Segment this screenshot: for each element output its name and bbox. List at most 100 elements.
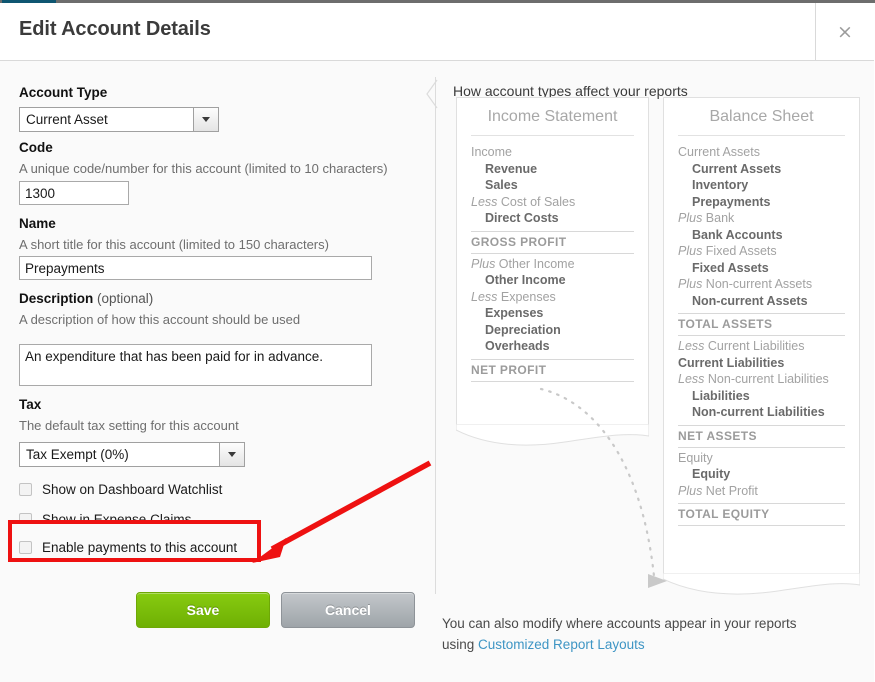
report-group-row: Plus Fixed Assets bbox=[678, 243, 845, 260]
report-account-row: Fixed Assets bbox=[692, 260, 769, 275]
report-total-row: TOTAL ASSETS bbox=[678, 313, 845, 336]
report-account-row: Current Liabilities bbox=[678, 355, 785, 370]
report-account-row: Inventory bbox=[692, 178, 749, 192]
report-group-keyword: Plus bbox=[471, 256, 499, 271]
close-button[interactable]: × bbox=[815, 3, 874, 60]
tax-label: Tax bbox=[19, 397, 42, 412]
account-type-select[interactable]: Current Asset bbox=[19, 107, 219, 132]
report-group-row: Less Cost of Sales bbox=[471, 194, 634, 211]
balance-sheet-title: Balance Sheet bbox=[709, 108, 814, 125]
chevron-down-icon bbox=[193, 108, 218, 131]
report-group-text: Expenses bbox=[500, 289, 556, 304]
report-account-row: Bank Accounts bbox=[692, 227, 783, 242]
help-footer-line1: You can also modify where accounts appea… bbox=[442, 616, 797, 631]
code-input[interactable] bbox=[19, 181, 129, 205]
report-group-keyword: Less bbox=[471, 194, 501, 209]
description-hint: A description of how this account should… bbox=[19, 312, 301, 327]
report-group-keyword: Plus bbox=[678, 277, 706, 291]
report-account-row: Revenue bbox=[485, 161, 538, 176]
report-group-row: Equity bbox=[678, 450, 845, 467]
torn-paper-edge bbox=[663, 573, 860, 595]
description-label: Description (optional) bbox=[19, 291, 153, 306]
report-group-row: Less Current Liabilities bbox=[678, 338, 845, 355]
income-statement-card: Income Statement Income Revenue Sales Less … bbox=[456, 97, 649, 446]
report-total-row: NET ASSETS bbox=[678, 424, 845, 448]
cancel-button[interactable]: Cancel bbox=[281, 592, 415, 628]
report-group-text: Current Liabilities bbox=[707, 339, 805, 353]
report-group-text: Non-current Liabilities bbox=[707, 372, 829, 386]
report-group-row: Current Assets bbox=[678, 144, 845, 161]
report-account-row: Depreciation bbox=[485, 322, 561, 337]
red-arrow-annotation bbox=[252, 460, 432, 563]
report-group-text: Other Income bbox=[498, 256, 575, 271]
report-group-row: Plus Non-current Assets bbox=[678, 276, 845, 293]
report-group-text: Current Assets bbox=[678, 145, 760, 159]
torn-paper-edge bbox=[456, 424, 649, 446]
balance-sheet-rows: Current Assets Current Assets Inventory Pre… bbox=[678, 144, 845, 528]
enable-payments-checkbox-row[interactable]: Enable payments to this account bbox=[19, 537, 237, 557]
dialog-header: Edit Account Details × bbox=[0, 3, 874, 61]
report-group-row: Income bbox=[471, 144, 634, 161]
report-account-row: Direct Costs bbox=[485, 211, 559, 225]
enable-payments-label: Enable payments to this account bbox=[42, 539, 238, 555]
reports-help-panel: How account types affect your reports In… bbox=[436, 61, 874, 682]
show-on-dashboard-watchlist-checkbox-row[interactable]: Show on Dashboard Watchlist bbox=[19, 479, 222, 499]
customized-report-layouts-link[interactable]: Customized Report Layouts bbox=[478, 637, 645, 652]
title-rule bbox=[678, 135, 845, 136]
tax-select[interactable]: Tax Exempt (0%) bbox=[19, 442, 245, 467]
report-group-row: Plus Net Profit bbox=[678, 483, 845, 500]
show-on-dashboard-watchlist-label: Show on Dashboard Watchlist bbox=[42, 481, 223, 497]
report-account-row: Non-current Liabilities bbox=[692, 405, 825, 419]
checkbox-icon[interactable] bbox=[19, 540, 32, 554]
report-group-keyword: Less bbox=[471, 289, 501, 304]
report-account-row: Sales bbox=[485, 178, 518, 192]
report-account-row: Current Assets bbox=[692, 161, 782, 176]
report-group-text: Non-current Assets bbox=[705, 277, 813, 291]
report-account-row: Other Income bbox=[485, 273, 566, 287]
report-group-keyword: Plus bbox=[678, 483, 706, 498]
save-button[interactable]: Save bbox=[136, 592, 270, 628]
report-group-text: Fixed Assets bbox=[705, 244, 777, 258]
name-label: Name bbox=[19, 216, 56, 231]
income-statement-title: Income Statement bbox=[487, 108, 618, 125]
description-optional-text: (optional) bbox=[93, 291, 154, 306]
dialog-body: Account Type Current Asset Code A unique… bbox=[0, 61, 874, 682]
checkbox-icon[interactable] bbox=[19, 482, 32, 496]
code-hint: A unique code/number for this account (l… bbox=[19, 161, 388, 176]
account-type-value: Current Asset bbox=[26, 112, 108, 127]
report-group-text: Equity bbox=[678, 450, 713, 465]
report-group-keyword: Less bbox=[678, 339, 708, 353]
report-account-row: Equity bbox=[692, 467, 731, 481]
report-account-row: Liabilities bbox=[692, 388, 750, 403]
description-label-text: Description bbox=[19, 291, 94, 306]
close-icon: × bbox=[837, 20, 853, 43]
help-footer-line2-prefix: using bbox=[442, 637, 479, 652]
name-hint: A short title for this account (limited … bbox=[19, 237, 329, 252]
report-account-row: Prepayments bbox=[692, 194, 771, 209]
tax-value: Tax Exempt (0%) bbox=[26, 447, 129, 462]
report-total-row: NET PROFIT bbox=[471, 358, 634, 382]
page-title: Edit Account Details bbox=[19, 18, 211, 40]
report-group-row: Plus Bank bbox=[678, 210, 845, 227]
report-group-text: Bank bbox=[705, 211, 735, 225]
report-group-text: Cost of Sales bbox=[500, 194, 576, 209]
report-total-row: GROSS PROFIT bbox=[471, 230, 634, 254]
account-form: Account Type Current Asset Code A unique… bbox=[0, 61, 435, 682]
balance-sheet-card: Balance Sheet Current Assets Current Asse… bbox=[663, 97, 860, 595]
account-type-label: Account Type bbox=[19, 85, 108, 100]
report-total-row: TOTAL EQUITY bbox=[678, 503, 845, 526]
chevron-down-icon bbox=[219, 443, 244, 466]
title-rule bbox=[471, 135, 634, 136]
report-group-row: Less Expenses bbox=[471, 289, 634, 306]
report-group-text: Net Profit bbox=[705, 483, 758, 498]
name-input[interactable] bbox=[19, 256, 372, 280]
report-account-row: Non-current Assets bbox=[692, 293, 808, 308]
description-textarea[interactable] bbox=[19, 344, 372, 386]
tax-hint: The default tax setting for this account bbox=[19, 418, 239, 433]
edit-account-details-dialog: Edit Account Details × Account Type Curr… bbox=[0, 3, 874, 682]
report-group-keyword: Plus bbox=[678, 244, 706, 258]
report-group-row: Plus Other Income bbox=[471, 256, 634, 273]
code-label: Code bbox=[19, 140, 53, 155]
report-group-row: Less Non-current Liabilities bbox=[678, 371, 845, 388]
report-group-keyword: Plus bbox=[678, 211, 706, 225]
